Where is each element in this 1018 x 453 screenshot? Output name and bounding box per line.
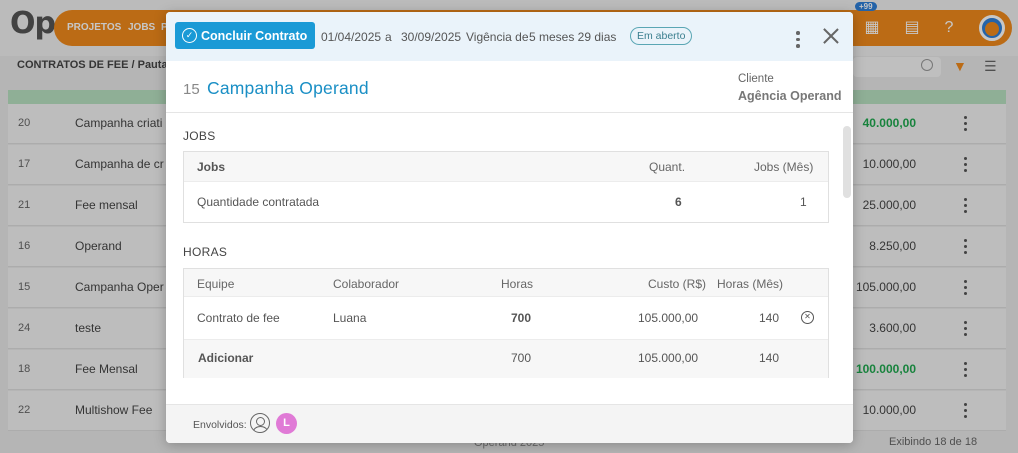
jobs-quantity-value[interactable]: 6 (675, 195, 682, 209)
total-cost: 105.000,00 (638, 351, 699, 365)
client-label: Cliente (738, 73, 774, 85)
close-icon[interactable] (821, 26, 841, 46)
contract-modal: ✓ Concluir Contrato 01/04/2025 a 30/09/2… (166, 12, 853, 443)
hours-section-title: HORAS (183, 245, 228, 259)
jobs-table-header (184, 152, 828, 182)
check-circle-icon: ✓ (182, 28, 197, 43)
hours-col-hours: Horas (501, 277, 534, 291)
hours-row-cost: 105.000,00 (638, 311, 699, 325)
conclude-contract-button[interactable]: ✓ Concluir Contrato (175, 22, 316, 49)
hours-col-cost: Custo (R$) (648, 277, 707, 291)
jobs-row-label: Quantidade contratada (197, 195, 320, 209)
total-hours-month: 140 (759, 351, 780, 365)
add-person-icon[interactable] (250, 413, 270, 433)
jobs-per-month-value: 1 (800, 195, 807, 209)
hours-row-collaborator[interactable]: Luana (333, 311, 366, 325)
conclude-contract-label: Concluir Contrato (201, 28, 308, 43)
client-value: Agência Operand (738, 89, 842, 103)
modal-footer: Envolvidos: L (166, 404, 853, 443)
jobs-col-per-month: Jobs (Mês) (754, 160, 814, 174)
start-date: 01/04/2025 (321, 30, 382, 44)
hours-row-hours[interactable]: 700 (511, 311, 531, 325)
end-date: 30/09/2025 (401, 30, 462, 44)
modal-body: JOBS Jobs Quant. Jobs (Mês) Quantidade c… (166, 114, 853, 404)
hours-col-team: Equipe (197, 277, 235, 291)
total-hours: 700 (511, 351, 532, 365)
add-hours-link[interactable]: Adicionar (198, 351, 253, 365)
hours-table: Equipe Colaborador Horas Custo (R$) Hora… (183, 268, 829, 378)
jobs-section-title: JOBS (183, 129, 216, 143)
hours-col-collaborator: Colaborador (333, 277, 400, 291)
date-separator: a (385, 30, 392, 44)
modal-header: ✓ Concluir Contrato 01/04/2025 a 30/09/2… (166, 12, 853, 61)
jobs-col-quant: Quant. (649, 160, 686, 174)
status-badge: Em aberto (630, 27, 693, 45)
validity-label: Vigência de (466, 30, 529, 44)
validity-value: 5 meses 29 dias (529, 30, 617, 44)
hours-row-team[interactable]: Contrato de fee (197, 311, 280, 325)
hours-row-hours-month: 140 (759, 311, 780, 325)
contract-title: Campanha Operand (207, 78, 369, 98)
hours-col-hours-month: Horas (Mês) (717, 277, 784, 291)
more-options-icon[interactable] (796, 27, 800, 48)
jobs-col-jobs: Jobs (197, 160, 226, 174)
jobs-table: Jobs Quant. Jobs (Mês) Quantidade contra… (183, 151, 829, 223)
involved-label: Envolvidos: (193, 419, 247, 431)
totals-row (184, 340, 828, 378)
modal-title-row: 15 Campanha Operand Cliente Agência Oper… (166, 61, 853, 113)
remove-row-icon[interactable]: ✕ (801, 311, 814, 324)
scrollbar[interactable] (843, 126, 851, 198)
involved-avatar[interactable]: L (276, 413, 297, 434)
contract-number: 15 (183, 81, 200, 98)
